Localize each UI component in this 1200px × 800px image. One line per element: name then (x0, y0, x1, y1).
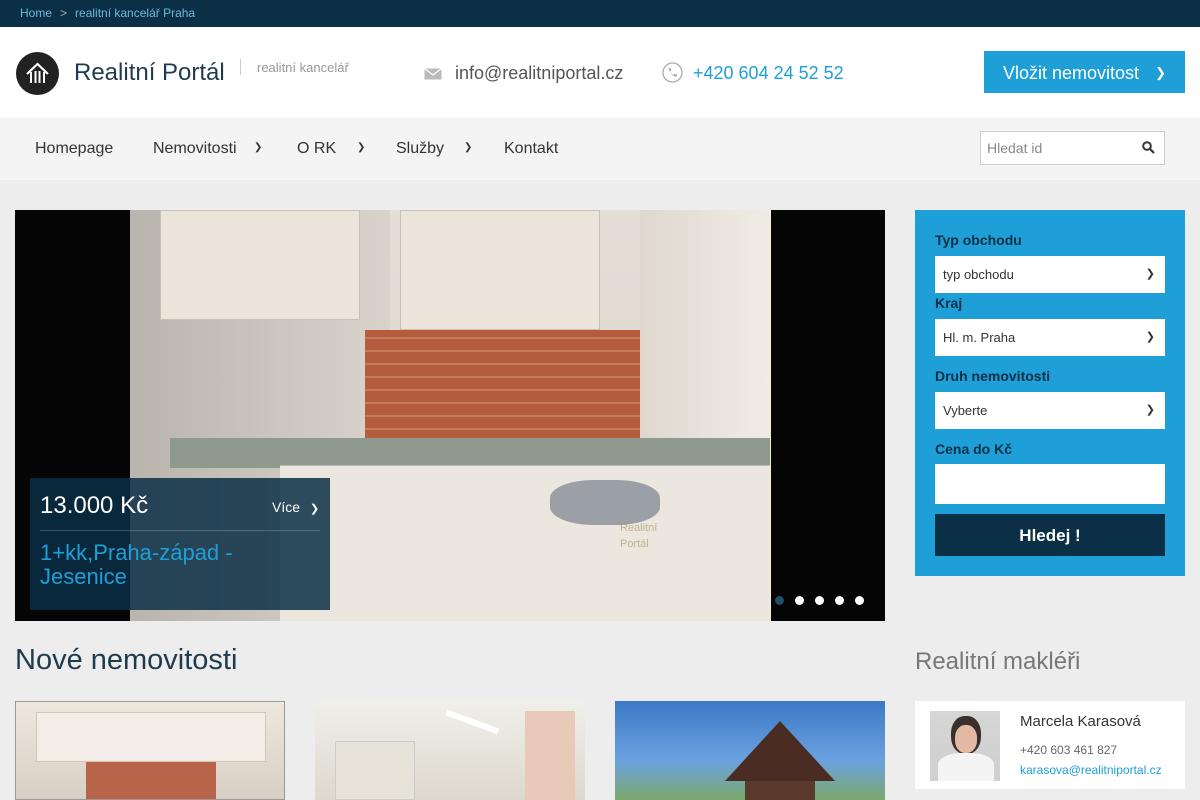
nav-item-homepage[interactable]: Homepage (35, 140, 113, 158)
agent-email-link[interactable]: karasova@realitniportal.cz (1020, 763, 1162, 777)
slider-dot[interactable] (835, 596, 844, 605)
price-label: Cena do Kč (935, 441, 1013, 457)
type-select-value: typ obchodu (943, 267, 1014, 282)
agent-phone: +420 603 461 827 (1020, 743, 1118, 757)
breadcrumb-home-link[interactable]: Home (20, 6, 52, 20)
caption-divider (40, 530, 320, 531)
brand-tagline: realitní kancelář (257, 60, 349, 75)
photo-upper-cabinet (400, 210, 600, 330)
add-property-label: Vložit nemovitost (1003, 63, 1140, 83)
main-nav: Homepage Nemovitosti ❯ O RK ❯ Služby ❯ K… (0, 118, 1200, 180)
breadcrumb: Home > realitní kancelář Praha (20, 6, 195, 20)
agents-title: Realitní makléři (915, 648, 1081, 675)
contact-phone-link[interactable]: +420 604 24 52 52 (693, 63, 844, 84)
site-header: Realitní Portál realitní kancelář info@r… (0, 27, 1200, 118)
id-search-input[interactable] (981, 132, 1131, 164)
nav-item-kontakt[interactable]: Kontakt (504, 140, 558, 158)
photo-sink (550, 480, 660, 525)
slider-dot[interactable] (815, 596, 824, 605)
nav-item-sluzby[interactable]: Služby (396, 140, 444, 158)
agent-card: Marcela Karasová +420 603 461 827 karaso… (915, 701, 1185, 789)
chevron-down-icon[interactable]: ❯ (254, 142, 262, 153)
chevron-down-icon: ❯ (1145, 404, 1155, 416)
slide-caption: 13.000 Kč Více ❯ 1+kk,Praha-západ - Jesen… (30, 478, 330, 610)
slide-more-link[interactable]: Více ❯ (272, 499, 319, 515)
photo-upper-cabinet (160, 210, 360, 320)
slide-price: 13.000 Kč (40, 492, 149, 519)
home-logo-icon[interactable] (16, 52, 59, 95)
nav-item-nemovitosti[interactable]: Nemovitosti (153, 140, 237, 158)
agent-name[interactable]: Marcela Karasová (1020, 713, 1141, 730)
region-select-value: Hl. m. Praha (943, 330, 1016, 345)
agent-avatar[interactable] (930, 711, 1000, 781)
id-search-box (980, 131, 1165, 165)
chevron-down-icon: ❯ (1145, 331, 1155, 343)
listing-thumbnail[interactable] (615, 701, 885, 800)
brand-name[interactable]: Realitní Portál (74, 59, 225, 87)
featured-slider[interactable]: Realitní Portál 13.000 Kč Více ❯ 1+kk,Pra… (15, 210, 885, 621)
slider-dot[interactable] (855, 596, 864, 605)
search-submit-button[interactable]: Hledej ! (935, 514, 1165, 556)
photo-watermark: Realitní Portál (620, 522, 658, 550)
chevron-right-icon: ❯ (1155, 65, 1166, 80)
brand-divider (240, 59, 241, 75)
region-label: Kraj (935, 295, 963, 311)
envelope-icon (424, 67, 442, 85)
max-price-input[interactable] (935, 464, 1165, 504)
region-select[interactable]: Hl. m. Praha ❯ (935, 319, 1165, 356)
chevron-down-icon[interactable]: ❯ (357, 142, 365, 153)
listing-thumbnail[interactable] (315, 701, 585, 800)
contact-email-link[interactable]: info@realitniportal.cz (455, 63, 623, 84)
kind-select-value: Vyberte (943, 403, 988, 418)
photo-lower-cabinets (280, 465, 770, 621)
breadcrumb-current-link[interactable]: realitní kancelář Praha (75, 6, 195, 20)
type-label: Typ obchodu (935, 232, 1022, 248)
chevron-right-icon: ❯ (310, 503, 320, 515)
slider-dot[interactable] (795, 596, 804, 605)
nav-item-o-rk[interactable]: O RK (297, 140, 336, 158)
breadcrumb-separator: > (60, 6, 68, 20)
chevron-down-icon[interactable]: ❯ (464, 142, 472, 153)
slide-title-link[interactable]: 1+kk,Praha-západ - Jesenice (40, 541, 320, 589)
photo-countertop (170, 438, 770, 468)
search-icon[interactable] (1142, 141, 1155, 159)
top-bar: Home > realitní kancelář Praha (0, 0, 1200, 27)
kind-label: Druh nemovitosti (935, 368, 1051, 384)
property-search-panel: Typ obchodu typ obchodu ❯ Kraj Hl. m. Pr… (915, 210, 1185, 576)
slider-dot[interactable] (775, 596, 784, 605)
add-property-button[interactable]: Vložit nemovitost ❯ (984, 51, 1185, 93)
kind-select[interactable]: Vyberte ❯ (935, 392, 1165, 429)
type-select[interactable]: typ obchodu ❯ (935, 256, 1165, 293)
phone-icon (662, 62, 683, 88)
new-listings-title: Nové nemovitosti (15, 644, 238, 676)
listing-thumbnail[interactable] (15, 701, 285, 800)
chevron-down-icon: ❯ (1145, 268, 1155, 280)
